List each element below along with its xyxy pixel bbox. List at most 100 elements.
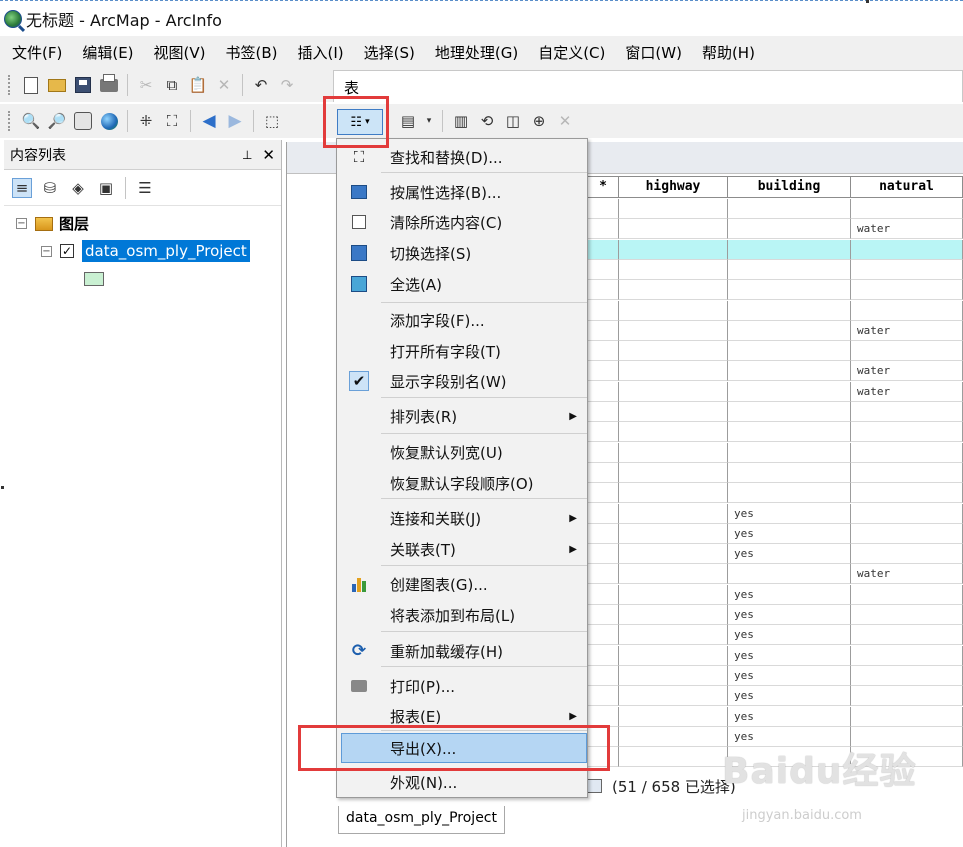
table-cell[interactable]	[619, 523, 728, 544]
table-cell[interactable]	[588, 300, 619, 321]
table-cell[interactable]	[728, 442, 851, 463]
table-cell[interactable]	[588, 259, 619, 280]
table-cell[interactable]	[619, 320, 728, 341]
table-cell[interactable]	[619, 564, 728, 585]
menu-item-19[interactable]: 外观(N)...	[337, 767, 587, 797]
table-cell[interactable]	[588, 544, 619, 565]
table-cell[interactable]	[588, 361, 619, 382]
related-tables-button[interactable]: ▤	[398, 111, 418, 131]
table-cell[interactable]	[728, 381, 851, 402]
collapse-icon[interactable]: −	[41, 245, 52, 257]
menu-item-10[interactable]: 恢复默认字段顺序(O)	[337, 468, 587, 498]
table-cell[interactable]	[588, 280, 619, 301]
print-button[interactable]	[99, 73, 119, 95]
forward-extent-button[interactable]: ▶	[225, 111, 245, 131]
table-cell[interactable]	[728, 320, 851, 341]
menu-item-4[interactable]: 全选(A)	[337, 269, 587, 299]
column-header[interactable]: highway	[619, 176, 728, 198]
table-cell[interactable]	[851, 483, 963, 504]
table-cell[interactable]: yes	[728, 706, 851, 727]
table-cell[interactable]	[588, 341, 619, 362]
table-cell[interactable]	[728, 361, 851, 382]
table-cell[interactable]: water	[851, 564, 963, 585]
menu-item-7[interactable]: ✔ 显示字段别名(W)	[337, 366, 587, 396]
table-cell[interactable]: yes	[728, 645, 851, 666]
table-cell[interactable]	[588, 665, 619, 686]
copy-button[interactable]: ⧉	[162, 75, 182, 95]
table-cell[interactable]	[728, 259, 851, 280]
table-cell[interactable]	[851, 605, 963, 625]
delete-button[interactable]: ✕	[214, 75, 234, 95]
table-cell[interactable]	[588, 402, 619, 422]
table-cell[interactable]	[851, 706, 963, 727]
table-cell[interactable]	[619, 625, 728, 646]
menu-item-3[interactable]: 切换选择(S)	[337, 238, 587, 268]
table-cell[interactable]	[851, 503, 963, 524]
menu-item-14[interactable]: 将表添加到布局(L)	[337, 600, 587, 630]
layer-visibility-checkbox[interactable]: ✓	[60, 244, 74, 258]
table-cell[interactable]	[588, 462, 619, 483]
table-cell[interactable]	[728, 483, 851, 504]
table-cell[interactable]	[619, 462, 728, 483]
table-cell[interactable]	[728, 280, 851, 301]
table-tab[interactable]: data_osm_ply_Project	[338, 806, 505, 834]
table-cell[interactable]	[851, 199, 963, 219]
select-by-attributes-button[interactable]: ▥	[451, 111, 471, 131]
table-cell[interactable]	[851, 462, 963, 483]
table-cell[interactable]	[588, 483, 619, 504]
zoom-to-selected-button[interactable]: ⊕	[529, 111, 549, 131]
table-cell[interactable]	[619, 219, 728, 240]
pin-icon[interactable]: ⊥	[242, 148, 252, 162]
table-cell[interactable]: yes	[728, 625, 851, 646]
table-cell[interactable]: yes	[728, 686, 851, 707]
menu-item-9[interactable]: 恢复默认列宽(U)	[337, 437, 587, 467]
redo-button[interactable]: ↷	[277, 75, 297, 95]
table-cell[interactable]	[619, 199, 728, 219]
menu-view[interactable]: 视图(V)	[154, 42, 206, 63]
menu-item-6[interactable]: 打开所有字段(T)	[337, 336, 587, 366]
menu-help[interactable]: 帮助(H)	[702, 42, 755, 63]
table-cell[interactable]	[728, 300, 851, 321]
new-document-button[interactable]	[21, 75, 41, 95]
table-cell[interactable]	[619, 402, 728, 422]
table-cell[interactable]	[588, 605, 619, 625]
table-cell[interactable]	[851, 442, 963, 463]
table-cell[interactable]	[588, 442, 619, 463]
fixed-zoom-in-button[interactable]: ⁜	[136, 111, 156, 131]
close-icon[interactable]: ✕	[262, 146, 275, 164]
table-cell[interactable]	[851, 686, 963, 707]
layer-symbol-swatch[interactable]	[84, 272, 104, 286]
undo-button[interactable]: ↶	[251, 75, 271, 95]
table-cell[interactable]: yes	[728, 605, 851, 625]
table-cell[interactable]	[619, 300, 728, 321]
table-cell[interactable]	[619, 706, 728, 727]
table-cell[interactable]	[728, 564, 851, 585]
pan-button[interactable]	[73, 111, 93, 131]
menu-edit[interactable]: 编辑(E)	[82, 42, 133, 63]
switch-selection-button[interactable]: ⟲	[477, 111, 497, 131]
fixed-zoom-out-button[interactable]: ⛶	[162, 111, 182, 131]
menu-item-8[interactable]: 排列表(R) ▶	[337, 401, 587, 431]
table-cell[interactable]	[588, 503, 619, 524]
table-cell[interactable]	[588, 584, 619, 605]
table-cell[interactable]: yes	[728, 523, 851, 544]
toc-layer-row[interactable]: − ✓ data_osm_ply_Project	[41, 240, 250, 262]
table-cell[interactable]	[619, 280, 728, 301]
table-cell[interactable]	[619, 442, 728, 463]
menu-item-12[interactable]: 关联表(T) ▶	[337, 534, 587, 564]
cut-button[interactable]: ✂	[136, 75, 156, 95]
column-header[interactable]: building	[728, 176, 851, 198]
table-cell[interactable]	[728, 462, 851, 483]
table-cell[interactable]	[588, 686, 619, 707]
table-cell[interactable]	[728, 219, 851, 240]
table-cell[interactable]	[588, 523, 619, 544]
collapse-icon[interactable]: −	[16, 218, 27, 229]
table-cell[interactable]: yes	[728, 584, 851, 605]
paste-button[interactable]: 📋	[188, 75, 208, 95]
table-cell[interactable]	[588, 320, 619, 341]
toc-options-button[interactable]: ☰	[135, 178, 155, 198]
table-cell[interactable]	[619, 665, 728, 686]
toolbar-grip[interactable]	[8, 75, 12, 95]
column-header[interactable]: natural	[851, 176, 963, 198]
table-cell[interactable]	[728, 422, 851, 443]
